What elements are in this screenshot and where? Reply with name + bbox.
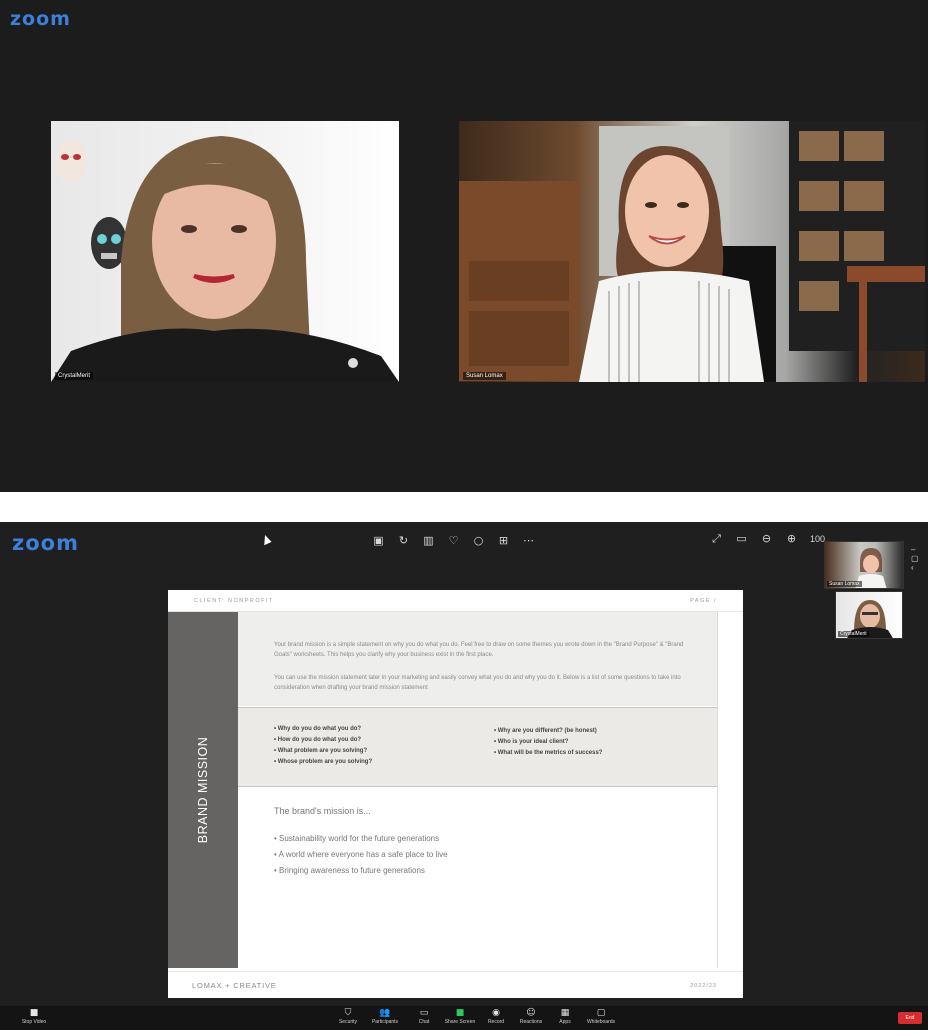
mission-title: The brand's mission is... (274, 806, 371, 816)
mission-item: • Sustainability world for the future ge… (274, 834, 440, 843)
thumbnail-name: CrystalMerit (838, 631, 869, 637)
mission-item: • A world where everyone has a safe plac… (274, 850, 448, 859)
window-icon[interactable]: ▭ (735, 532, 748, 545)
doc-intro-section: Your brand mission is a simple statement… (238, 612, 717, 706)
whiteboard-icon: ▢ (596, 1008, 606, 1018)
questions-list-left: • Why do you do what you do? • How do yo… (274, 724, 372, 768)
note-icon[interactable]: ▣ (372, 534, 385, 547)
question-item: • Whose problem are you solving? (274, 759, 373, 765)
participant-video-left (51, 136, 399, 382)
toolbar-label: Stop Video (21, 1019, 47, 1025)
smiley-icon: ☺ (526, 1008, 536, 1018)
view-toolbar: ⤢ ▭ ⊖ ⊕ 100 (710, 532, 825, 545)
whiteboards-button[interactable]: ▢ Whiteboards (583, 1008, 619, 1026)
toolbar-label: Apps (559, 1019, 571, 1025)
rotate-icon[interactable]: ↻ (397, 534, 410, 547)
toolbar-label: Reactions (519, 1019, 543, 1025)
doc-side-title: BRAND MISSION (196, 736, 210, 844)
zoom-window-gallery: zoom CrystalMerit Susan Lomax (0, 0, 928, 492)
record-button[interactable]: ◉ Record (478, 1008, 514, 1026)
annotation-toolbar: ▣ ↻ ▥ ♡ ○ ⊞ ⋯ (372, 532, 535, 548)
end-meeting-button[interactable]: End (898, 1012, 922, 1024)
record-icon: ◉ (492, 1008, 500, 1018)
thumbnail-tile[interactable]: Susan Lomax (824, 541, 904, 589)
doc-header: CLIENT: NONPROFIT PAGE / (168, 590, 743, 612)
mouse-cursor-icon (260, 533, 272, 546)
zoom-logo: zoom (10, 8, 71, 30)
zoom-in-icon[interactable]: ⊕ (785, 532, 798, 545)
question-item: • How do you do what you do? (274, 737, 362, 743)
participants-button[interactable]: 👥 Participants (367, 1008, 403, 1026)
participant-name-label: Susan Lomax (463, 372, 506, 380)
circle-icon[interactable]: ○ (472, 534, 485, 547)
doc-intro-paragraph-1: Your brand mission is a simple statement… (274, 642, 684, 658)
toolbar-label: Chat (418, 1019, 430, 1025)
participant-video-right (459, 121, 925, 382)
thumbnail-name: Susan Lomax (827, 581, 862, 587)
video-thumbnails: Susan Lomax CrystalMerit – ▢ ‹ (823, 541, 919, 641)
zoom-window-share: zoom ▣ ↻ ▥ ♡ ○ ⊞ ⋯ ⤢ ▭ ⊖ ⊕ 100 Susan Lom… (0, 522, 928, 1030)
doc-side-band: BRAND MISSION (168, 612, 238, 968)
people-icon: 👥 (379, 1008, 391, 1018)
doc-client-label: CLIENT: NONPROFIT (194, 598, 274, 604)
reactions-button[interactable]: ☺ Reactions (513, 1008, 549, 1026)
meeting-controls-toolbar: ■ Stop Video ⛉ Security 👥 Participants ▭… (0, 1006, 928, 1030)
doc-page-label: PAGE / (690, 598, 717, 604)
zoom-out-icon[interactable]: ⊖ (760, 532, 773, 545)
mission-item: • Bringing awareness to future generatio… (274, 866, 425, 875)
video-camera-icon: ■ (29, 1008, 39, 1018)
doc-questions-section: • Why do you do what you do? • How do yo… (238, 707, 717, 787)
trash-icon[interactable]: ▥ (422, 534, 435, 547)
doc-mission-section: The brand's mission is... • Sustainabili… (238, 788, 717, 968)
question-item: • What will be the metrics of success? (494, 750, 603, 756)
fullscreen-icon[interactable]: ⤢ (710, 532, 723, 545)
doc-right-rule (717, 612, 718, 968)
question-item: • Who is your ideal client? (494, 739, 569, 745)
chat-icon: ▭ (419, 1008, 429, 1018)
thumbnail-controls[interactable]: – ▢ ‹ (911, 545, 919, 572)
heart-icon[interactable]: ♡ (447, 534, 460, 547)
doc-intro-paragraph-2: You can use the mission statement later … (274, 675, 681, 691)
toolbar-label: Whiteboards (586, 1019, 616, 1025)
mission-list: • Sustainability world for the future ge… (274, 831, 448, 879)
participant-tile-right[interactable]: Susan Lomax (459, 121, 925, 382)
participant-tile-left[interactable]: CrystalMerit (51, 121, 399, 382)
toolbar-label: Participants (371, 1019, 399, 1025)
toolbar-label: Share Screen (444, 1019, 476, 1025)
question-item: • Why do you do what you do? (274, 726, 362, 732)
grid-icon[interactable]: ⊞ (497, 534, 510, 547)
stop-video-button[interactable]: ■ Stop Video (16, 1008, 52, 1026)
shared-document-page: CLIENT: NONPROFIT PAGE / BRAND MISSION Y… (168, 590, 743, 998)
zoom-logo: zoom (12, 531, 79, 555)
more-icon[interactable]: ⋯ (522, 534, 535, 547)
doc-brand: LOMAX + CREATIVE (192, 981, 277, 990)
question-item: • Why are you different? (be honest) (494, 728, 597, 734)
participant-name-label: CrystalMerit (55, 372, 94, 380)
doc-year: 2022/23 (690, 983, 717, 989)
apps-button[interactable]: ▦ Apps (547, 1008, 583, 1026)
share-screen-icon: ■ (455, 1008, 465, 1018)
question-item: • What problem are you solving? (274, 748, 368, 754)
share-screen-button[interactable]: ■ Share Screen (442, 1008, 478, 1026)
questions-list-right: • Why are you different? (be honest) • W… (494, 726, 602, 759)
toolbar-label: Security (338, 1019, 358, 1025)
chat-button[interactable]: ▭ Chat (406, 1008, 442, 1026)
toolbar-label: Record (487, 1019, 505, 1025)
shield-icon: ⛉ (344, 1008, 352, 1018)
doc-footer: LOMAX + CREATIVE 2022/23 (168, 971, 743, 998)
thumbnail-tile[interactable]: CrystalMerit (835, 591, 903, 639)
apps-icon: ▦ (560, 1008, 570, 1018)
security-button[interactable]: ⛉ Security (330, 1008, 366, 1026)
